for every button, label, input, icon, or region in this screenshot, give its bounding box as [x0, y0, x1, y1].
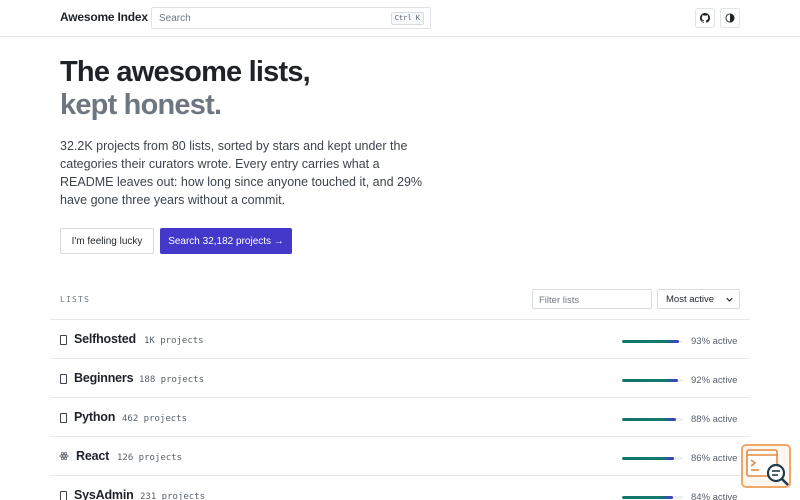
activity-bar: [622, 457, 683, 460]
search-shortcut: Ctrl K: [390, 12, 424, 25]
book-icon: [60, 374, 67, 384]
lists-heading: LISTS: [60, 295, 91, 304]
activity-bar: [622, 379, 683, 382]
list-name[interactable]: SysAdmin: [74, 488, 134, 500]
search-projects-button[interactable]: Search 32,182 projects →: [160, 228, 292, 254]
list-project-count: 231 projects: [140, 492, 206, 500]
list-item[interactable]: Beginners 188 projects 92% active: [50, 358, 750, 397]
activity-percent: 88% active: [691, 414, 738, 425]
top-bar: Awesome Index Ctrl K: [0, 0, 800, 37]
list-project-count: 126 projects: [117, 453, 183, 463]
list-project-count: 462 projects: [122, 414, 188, 424]
contrast-icon: [725, 13, 735, 23]
theme-toggle-button[interactable]: [720, 8, 740, 28]
chevron-down-icon: [726, 297, 733, 302]
assistant-widget-button[interactable]: [741, 444, 791, 488]
github-icon: [700, 13, 710, 23]
list-name[interactable]: Beginners: [74, 371, 134, 385]
activity-bar-fill: [622, 496, 674, 499]
activity-bar: [622, 496, 683, 499]
list-item[interactable]: Selfhosted 1K projects 93% active: [50, 319, 750, 358]
book-icon: [60, 491, 67, 500]
terminal-search-icon: [746, 449, 789, 486]
search-input[interactable]: [152, 8, 382, 28]
list-name[interactable]: Selfhosted: [74, 332, 136, 346]
search-box[interactable]: Ctrl K: [151, 7, 431, 29]
activity-percent: 93% active: [691, 336, 738, 347]
list-item[interactable]: Python 462 projects 88% active: [50, 397, 750, 436]
activity-bar-fill: [622, 457, 675, 460]
list-item[interactable]: React 126 projects 86% active: [50, 436, 750, 475]
hero-description: 32.2K projects from 80 lists, sorted by …: [60, 139, 423, 207]
book-icon: [60, 335, 67, 345]
feeling-lucky-button[interactable]: I'm feeling lucky: [60, 228, 154, 254]
list-project-count: 1K projects: [144, 336, 204, 346]
lists-table: Selfhosted 1K projects 93% active Beginn…: [50, 319, 750, 500]
activity-percent: 84% active: [691, 492, 738, 500]
brand-logo[interactable]: Awesome Index: [60, 10, 148, 24]
sort-select[interactable]: Most active: [657, 289, 740, 309]
list-name[interactable]: React: [76, 449, 109, 463]
activity-percent: 86% active: [691, 453, 738, 464]
atom-icon: [59, 451, 69, 461]
activity-bar: [622, 418, 683, 421]
activity-percent: 92% active: [691, 375, 738, 386]
book-icon: [60, 413, 67, 423]
activity-bar-fill: [622, 418, 676, 421]
hero-subtitle: kept honest.: [60, 89, 222, 121]
activity-bar-fill: [622, 379, 679, 382]
activity-bar-fill: [622, 340, 679, 343]
github-button[interactable]: [695, 8, 715, 28]
hero-title: The awesome lists,: [60, 56, 311, 88]
list-project-count: 188 projects: [139, 375, 205, 385]
activity-bar: [622, 340, 683, 343]
filter-lists-box[interactable]: [532, 289, 652, 310]
filter-lists-input[interactable]: [533, 291, 651, 310]
list-item[interactable]: SysAdmin 231 projects 84% active: [50, 475, 750, 500]
list-name[interactable]: Python: [74, 410, 115, 424]
sort-selected-value: Most active: [666, 294, 715, 305]
